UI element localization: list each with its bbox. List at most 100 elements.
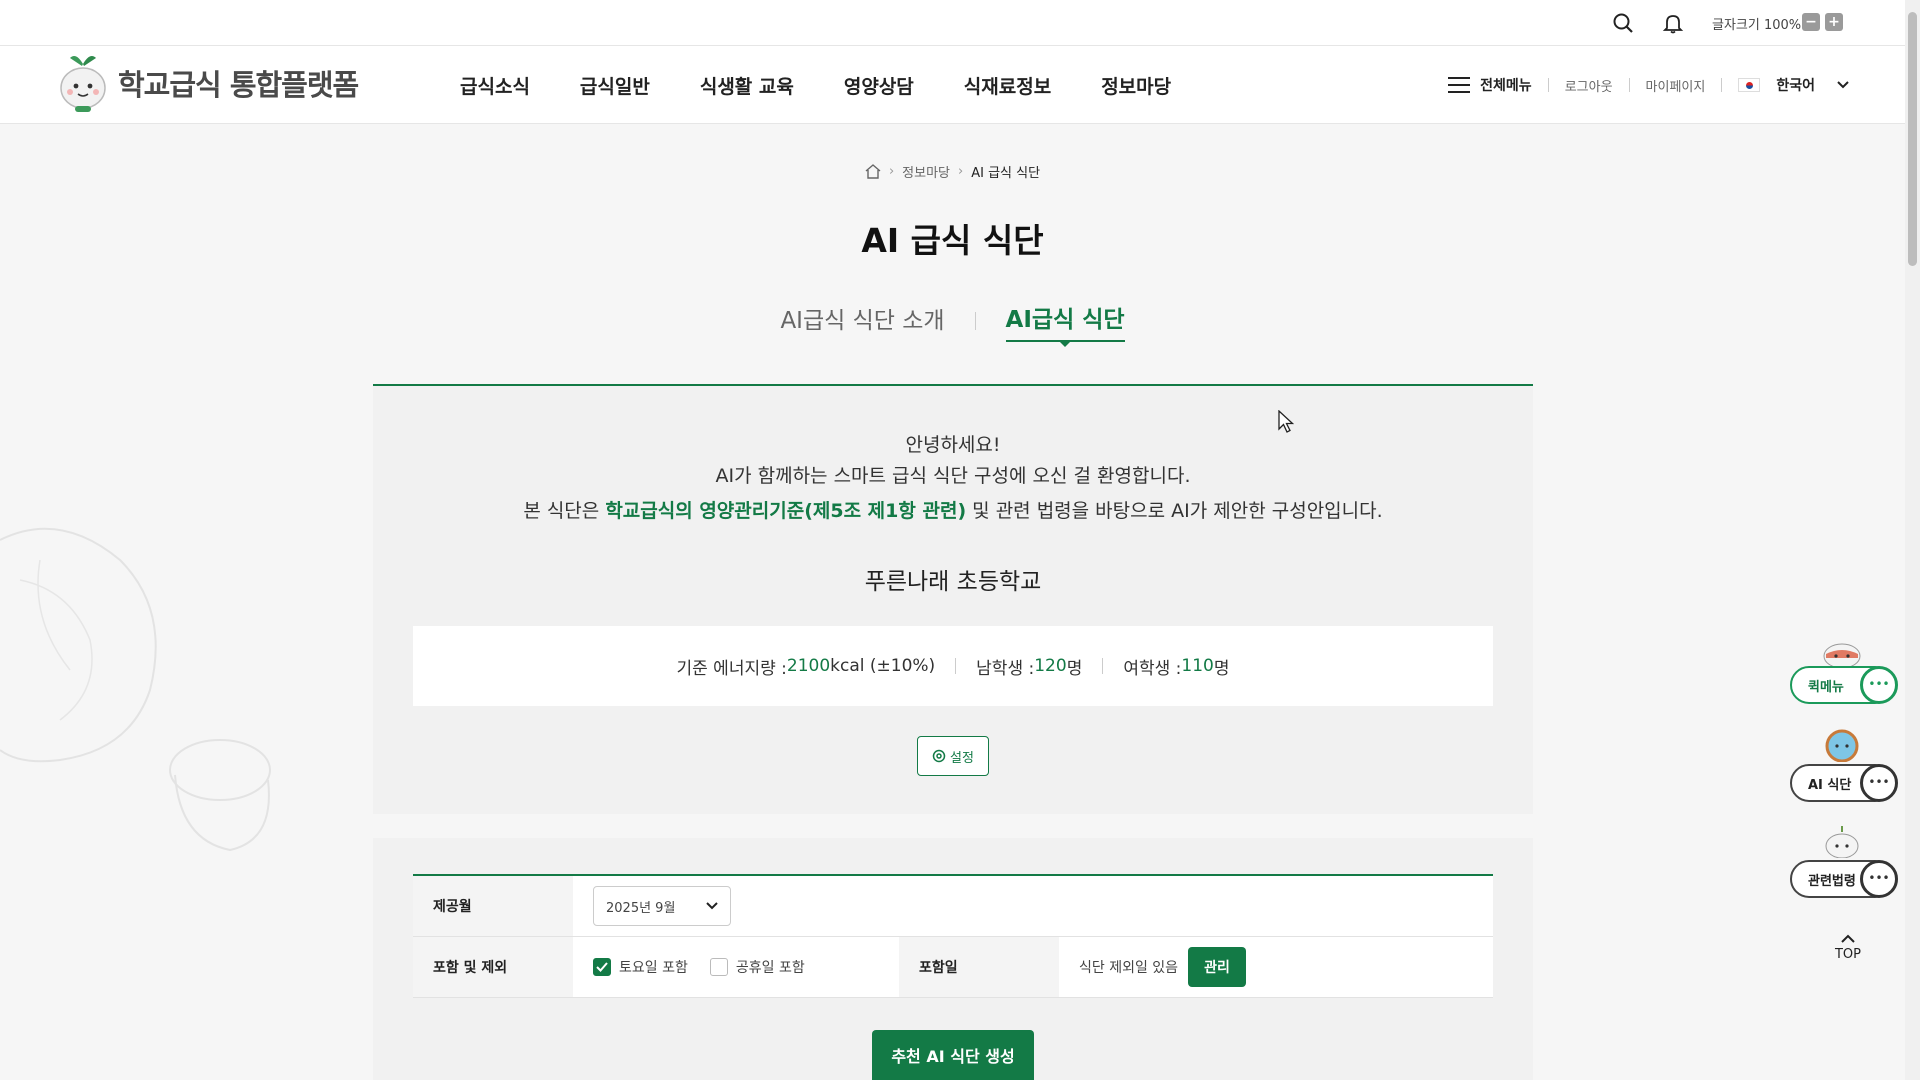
home-icon[interactable] xyxy=(865,164,881,179)
include-label: 포함 및 제외 xyxy=(413,937,573,997)
energy-unit: kcal (±10%) xyxy=(830,656,936,676)
more-dots-icon: ••• xyxy=(1860,764,1898,802)
chevron-down-icon xyxy=(706,902,718,910)
nutrition-standard-link[interactable]: 학교급식의 영양관리기준(제5조 제1항 관련) xyxy=(605,500,966,522)
breadcrumb: › 정보마당 › AI 급식 식단 xyxy=(0,162,1905,181)
stats-box: 기준 에너지량 : 2100 kcal (±10%) 남학생 : 120 명 여… xyxy=(413,626,1493,706)
all-menu-button[interactable]: 전체메뉴 xyxy=(1448,75,1532,95)
nav-info-plaza[interactable]: 정보마당 xyxy=(1101,72,1171,99)
female-label: 여학생 : xyxy=(1123,658,1182,679)
basis-text: 본 식단은 학교급식의 영양관리기준(제5조 제1항 관련) 및 관련 법령을 … xyxy=(373,496,1533,523)
male-count: 120 xyxy=(1034,656,1067,676)
divider xyxy=(1628,78,1630,92)
mascot-garlic-icon xyxy=(1825,826,1859,858)
breadcrumb-current: AI 급식 식단 xyxy=(971,166,1041,181)
month-label: 제공월 xyxy=(413,876,573,936)
chevron-up-icon xyxy=(1841,934,1855,943)
top-label: TOP xyxy=(1834,947,1861,962)
checkbox-checked-icon xyxy=(593,958,611,976)
holiday-checkbox[interactable]: 공휴일 포함 xyxy=(709,957,805,977)
manage-button[interactable]: 관리 xyxy=(1188,947,1247,987)
month-row: 제공월 2025년 9월 xyxy=(413,876,1493,937)
breadcrumb-parent[interactable]: 정보마당 xyxy=(902,162,950,181)
search-icon[interactable] xyxy=(1612,12,1634,34)
quick-menu-widget[interactable]: 퀵메뉴 ••• xyxy=(1790,643,1898,704)
generate-ai-menu-button[interactable]: 추천 AI 식단 생성 xyxy=(872,1030,1034,1080)
tab-ai-menu-intro[interactable]: AI급식 식단 소개 xyxy=(780,301,944,341)
energy-value: 2100 xyxy=(786,656,831,676)
laws-widget[interactable]: 관련법령 ••• xyxy=(1790,826,1898,898)
nav-meal-general[interactable]: 급식일반 xyxy=(580,72,650,99)
settings-button[interactable]: 설정 xyxy=(917,736,989,776)
basis-prefix: 본 식단은 xyxy=(523,500,606,522)
female-unit: 명 xyxy=(1213,658,1230,679)
page-title: AI 급식 식단 xyxy=(861,221,1044,260)
mascot-logo-icon xyxy=(60,56,106,112)
vegetable-illustration xyxy=(0,527,271,852)
more-dots-icon: ••• xyxy=(1860,860,1898,898)
school-name: 푸른나래 초등학교 xyxy=(864,569,1042,595)
greeting-line-1: 안녕하세요! xyxy=(905,434,1001,456)
greeting-line-2: AI가 함께하는 스마트 급식 식단 구성에 오신 걸 환영합니다. xyxy=(715,465,1191,487)
chevron-right-icon: › xyxy=(958,164,964,179)
divider xyxy=(974,312,976,330)
divider xyxy=(1547,78,1549,92)
divider xyxy=(955,658,957,674)
greeting: 안녕하세요! AI가 함께하는 스마트 급식 식단 구성에 오신 걸 환영합니다… xyxy=(373,430,1533,492)
holiday-label: 공휴일 포함 xyxy=(735,960,805,976)
ai-menu-widget[interactable]: AI 식단 ••• xyxy=(1790,729,1898,802)
font-size-label: 글자크기 100% xyxy=(1712,18,1802,33)
all-menu-label: 전체메뉴 xyxy=(1480,78,1532,94)
utility-bar: 글자크기 100% − + xyxy=(0,0,1905,46)
mypage-link[interactable]: 마이페이지 xyxy=(1646,76,1706,95)
tab-bar: AI급식 식단 소개 AI급식 식단 xyxy=(0,300,1905,347)
include-day-label: 포함일 xyxy=(899,937,1059,997)
scrollbar[interactable] xyxy=(1905,0,1920,1080)
month-value: 2025년 9월 xyxy=(606,900,676,916)
logo[interactable]: 학교급식 통합플랫폼 xyxy=(56,52,359,114)
font-increase-button[interactable]: + xyxy=(1825,13,1843,31)
male-label: 남학생 : xyxy=(976,658,1035,679)
include-row: 포함 및 제외 토요일 포함 공휴일 포함 포함일 식단 제외일 있음 관리 xyxy=(413,937,1493,998)
divider xyxy=(1102,658,1104,674)
saturday-checkbox[interactable]: 토요일 포함 xyxy=(593,957,688,977)
gear-icon xyxy=(932,749,946,763)
mascot-chef-icon xyxy=(1823,643,1861,668)
chevron-down-icon[interactable] xyxy=(1837,81,1849,89)
saturday-label: 토요일 포함 xyxy=(619,960,688,976)
header-utility: 전체메뉴 로그아웃 마이페이지 한국어 xyxy=(1448,46,1849,124)
tab-ai-menu[interactable]: AI급식 식단 xyxy=(1005,300,1125,347)
main-nav: 급식소식 급식일반 식생활 교육 영양상담 식재료정보 정보마당 xyxy=(460,46,1221,124)
scroll-top-button[interactable]: TOP xyxy=(1830,932,1866,962)
language-select[interactable]: 한국어 xyxy=(1776,75,1815,95)
form-panel: 제공월 2025년 9월 포함 및 제외 토요일 포함 공휴일 포함 포함일 식… xyxy=(373,838,1533,1080)
font-decrease-button[interactable]: − xyxy=(1802,13,1820,31)
checkbox-unchecked-icon xyxy=(709,958,728,976)
scrollbar-thumb[interactable] xyxy=(1908,12,1917,266)
month-select[interactable]: 2025년 9월 xyxy=(593,886,731,926)
divider xyxy=(1721,78,1723,92)
logo-text: 학교급식 통합플랫폼 xyxy=(118,68,359,102)
basis-suffix: 및 관련 법령을 바탕으로 AI가 제안한 구성안입니다. xyxy=(966,500,1383,522)
month-cell: 2025년 9월 xyxy=(573,876,731,936)
nav-nutrition-counsel[interactable]: 영양상담 xyxy=(844,72,914,99)
bell-icon[interactable] xyxy=(1662,12,1684,34)
female-count: 110 xyxy=(1181,656,1214,676)
include-day-cell: 식단 제외일 있음 관리 xyxy=(1059,937,1247,997)
intro-panel: 안녕하세요! AI가 함께하는 스마트 급식 식단 구성에 오신 걸 환영합니다… xyxy=(373,384,1533,814)
male-unit: 명 xyxy=(1066,658,1083,679)
header: 학교급식 통합플랫폼 급식소식 급식일반 식생활 교육 영양상담 식재료정보 정… xyxy=(0,46,1905,124)
nav-diet-education[interactable]: 식생활 교육 xyxy=(700,72,794,99)
logout-link[interactable]: 로그아웃 xyxy=(1565,76,1613,95)
settings-label: 설정 xyxy=(950,750,974,766)
more-dots-icon: ••• xyxy=(1860,666,1898,704)
hamburger-icon xyxy=(1448,77,1471,93)
nav-ingredient-info[interactable]: 식재료정보 xyxy=(964,72,1051,99)
energy-label: 기준 에너지량 : xyxy=(676,658,787,679)
mouse-cursor-icon xyxy=(1278,410,1294,433)
nav-meal-news[interactable]: 급식소식 xyxy=(460,72,530,99)
korea-flag-icon xyxy=(1738,78,1761,92)
include-cell: 토요일 포함 공휴일 포함 xyxy=(573,937,899,997)
options-table: 제공월 2025년 9월 포함 및 제외 토요일 포함 공휴일 포함 포함일 식… xyxy=(413,874,1493,998)
mascot-globe-icon xyxy=(1825,729,1859,762)
